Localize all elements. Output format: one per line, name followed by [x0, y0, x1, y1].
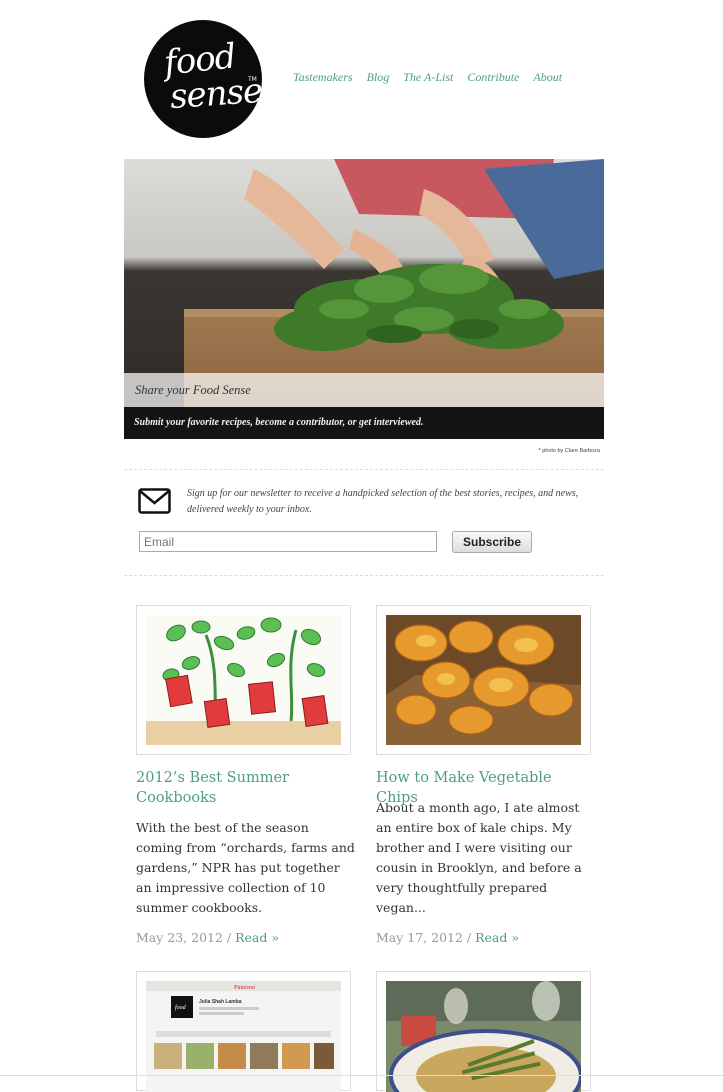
pinterest-brand: Pinterest: [234, 985, 255, 991]
post-title[interactable]: 2012’s Best Summer Cookbooks: [136, 768, 356, 808]
post-image-veg-chips[interactable]: [376, 605, 591, 755]
nav-contribute[interactable]: Contribute: [467, 70, 519, 85]
photo-credit: * photo by Clare Barboza: [538, 448, 600, 454]
main-nav: Tastemakers Blog The A-List Contribute A…: [293, 70, 562, 85]
subscribe-button[interactable]: Subscribe: [452, 531, 532, 553]
envelope-icon: [138, 488, 171, 514]
nav-a-list[interactable]: The A-List: [403, 70, 453, 85]
thumb-logo-text: food: [175, 1004, 187, 1011]
post-image-dinner[interactable]: [376, 971, 591, 1092]
nav-tastemakers[interactable]: Tastemakers: [293, 70, 353, 85]
read-more-link[interactable]: Read »: [235, 930, 279, 945]
hero-banner[interactable]: Share your Food Sense Submit your favori…: [124, 159, 604, 439]
logo-trademark: TM: [248, 76, 257, 83]
nav-about[interactable]: About: [533, 70, 562, 85]
post-excerpt: With the best of the season coming from …: [136, 820, 355, 915]
hero-subtitle-bar: Submit your favorite recipes, become a c…: [124, 407, 604, 439]
hero-subtitle: Submit your favorite recipes, become a c…: [134, 417, 424, 428]
email-input[interactable]: [139, 531, 437, 552]
bottom-edge: [0, 1075, 723, 1076]
divider-top: [124, 469, 604, 470]
thumb-profile-name: Julia Shah Lamba: [199, 999, 242, 1005]
post-excerpt: About a month ago, I ate almost an entir…: [376, 800, 582, 915]
post-date: May 23, 2012: [136, 930, 223, 945]
cookbook-plants-illustration: [146, 615, 341, 745]
newsletter-text: Sign up for our newsletter to receive a …: [187, 488, 579, 515]
post-image-cookbooks[interactable]: [136, 605, 351, 755]
post-meta: May 17, 2012 / Read »: [376, 930, 520, 945]
logo[interactable]: food sense TM: [144, 20, 263, 138]
hero-title: Share your Food Sense: [135, 383, 251, 397]
post-date: May 17, 2012: [376, 930, 463, 945]
nav-blog[interactable]: Blog: [367, 70, 390, 85]
read-more-link[interactable]: Read »: [475, 930, 519, 945]
post-image-pinterest[interactable]: Pinterest food Julia Shah Lamba: [136, 971, 351, 1092]
vegetable-chips-photo: [386, 615, 581, 745]
post-meta: May 23, 2012 / Read »: [136, 930, 280, 945]
hero-title-bar: Share your Food Sense: [124, 373, 604, 407]
divider-bottom: [124, 575, 604, 576]
